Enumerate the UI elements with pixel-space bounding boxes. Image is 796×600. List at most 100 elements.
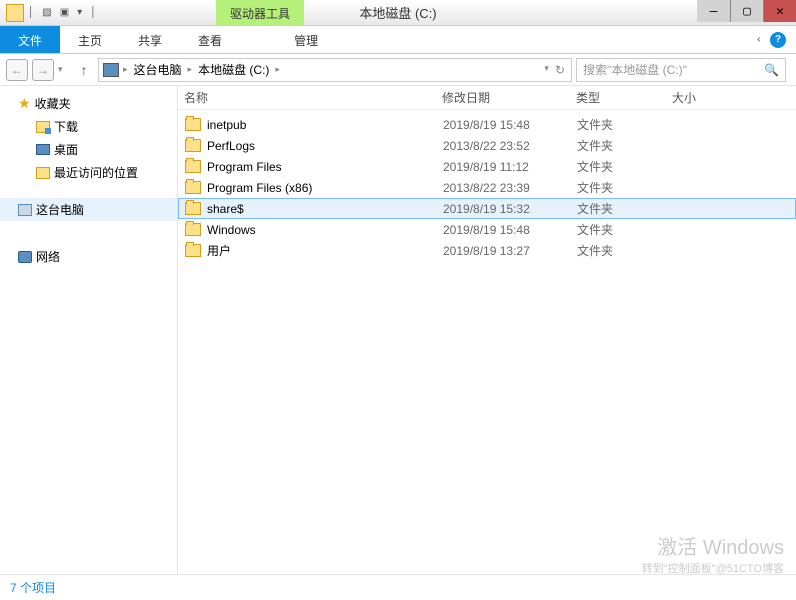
address-bar[interactable]: ▸ 这台电脑 ▸ 本地磁盘 (C:) ▸ ▾ ↻ [98,58,572,82]
address-dropdown-icon[interactable]: ▾ [544,63,549,77]
folder-icon [185,139,201,152]
tab-manage[interactable]: 管理 [276,26,336,53]
file-row[interactable]: Program Files2019/8/19 11:12文件夹 [178,156,796,177]
network-icon [18,251,32,263]
file-name: 用户 [207,242,443,259]
file-name: Windows [207,223,443,237]
file-date: 2019/8/19 15:48 [443,118,577,132]
tab-view[interactable]: 查看 [180,26,240,53]
nav-label: 桌面 [54,141,78,158]
file-row[interactable]: Program Files (x86)2013/8/22 23:39文件夹 [178,177,796,198]
nav-label: 这台电脑 [36,201,84,218]
file-row[interactable]: share$2019/8/19 15:32文件夹 [178,198,796,219]
nav-label: 最近访问的位置 [54,164,138,181]
chevron-right-icon[interactable]: ▸ [186,64,195,75]
star-icon: ★ [18,95,31,112]
contextual-tab-drive-tools[interactable]: 驱动器工具 [216,0,304,26]
column-header-type[interactable]: 类型 [576,89,672,106]
file-type: 文件夹 [577,137,673,154]
file-name: inetpub [207,118,443,132]
file-date: 2019/8/19 11:12 [443,160,577,174]
file-type: 文件夹 [577,221,673,238]
file-name: Program Files (x86) [207,181,443,195]
divider-icon: │ [28,7,34,18]
window-controls: — ▢ ✕ [697,0,796,22]
history-dropdown-icon[interactable]: ▾ [58,64,70,75]
file-name: Program Files [207,160,443,174]
folder-icon [185,181,201,194]
file-type: 文件夹 [577,242,673,259]
file-name: PerfLogs [207,139,443,153]
file-tab[interactable]: 文件 [0,26,60,53]
recent-icon [36,167,50,179]
column-header-date[interactable]: 修改日期 [442,89,576,106]
close-button[interactable]: ✕ [763,0,796,22]
nav-label: 网络 [36,248,60,265]
folder-app-icon[interactable] [6,4,24,22]
tab-share[interactable]: 共享 [120,26,180,53]
content-pane: 名称 修改日期 类型 大小 inetpub2019/8/19 15:48文件夹P… [178,86,796,574]
file-row[interactable]: PerfLogs2013/8/22 23:52文件夹 [178,135,796,156]
up-button[interactable]: ↑ [74,62,94,78]
file-list: inetpub2019/8/19 15:48文件夹PerfLogs2013/8/… [178,110,796,574]
file-date: 2013/8/22 23:39 [443,181,577,195]
nav-this-pc[interactable]: 这台电脑 [0,198,177,221]
minimize-button[interactable]: — [697,0,730,22]
expand-ribbon-icon[interactable]: ⌄ [754,35,765,43]
maximize-button[interactable]: ▢ [730,0,763,22]
file-row[interactable]: Windows2019/8/19 15:48文件夹 [178,219,796,240]
nav-favorites[interactable]: ★ 收藏夹 [0,92,177,115]
search-icon[interactable]: 🔍 [764,63,779,77]
file-row[interactable]: inetpub2019/8/19 15:48文件夹 [178,114,796,135]
file-date: 2013/8/22 23:52 [443,139,577,153]
search-placeholder: 搜索"本地磁盘 (C:)" [583,61,687,78]
nav-item-downloads[interactable]: 下载 [0,115,177,138]
item-count: 7 个项目 [10,579,56,596]
file-type: 文件夹 [577,158,673,175]
ribbon-tabs: 文件 主页 共享 查看 管理 ⌄ ? [0,26,796,54]
address-row: ← → ▾ ↑ ▸ 这台电脑 ▸ 本地磁盘 (C:) ▸ ▾ ↻ 搜索"本地磁盘… [0,54,796,86]
file-date: 2019/8/19 15:32 [443,202,577,216]
nav-label: 下载 [54,118,78,135]
nav-network[interactable]: 网络 [0,245,177,268]
desktop-icon [36,144,50,155]
file-date: 2019/8/19 13:27 [443,244,577,258]
folder-icon [185,223,201,236]
breadcrumb-segment[interactable]: 这台电脑 [132,61,184,78]
breadcrumb-segment[interactable]: 本地磁盘 (C:) [196,61,271,78]
qat-dropdown-icon[interactable]: ▾ [77,7,82,18]
nav-item-desktop[interactable]: 桌面 [0,138,177,161]
folder-icon [185,118,201,131]
folder-icon [185,244,201,257]
nav-label: 收藏夹 [35,95,71,112]
divider-icon: │ [90,7,96,18]
refresh-icon[interactable]: ↻ [555,63,565,77]
file-name: share$ [207,202,443,216]
folder-icon [185,202,201,215]
search-input[interactable]: 搜索"本地磁盘 (C:)" 🔍 [576,58,786,82]
chevron-right-icon[interactable]: ▸ [273,64,282,75]
chevron-right-icon[interactable]: ▸ [121,64,130,75]
forward-button[interactable]: → [32,59,54,81]
file-type: 文件夹 [577,179,673,196]
quick-access-toolbar: │ ▧ ▣ ▾ │ [28,7,96,18]
column-header-name[interactable]: 名称 [184,89,442,106]
downloads-icon [36,121,50,133]
column-header-size[interactable]: 大小 [672,89,742,106]
navigation-pane: ★ 收藏夹 下载 桌面 最近访问的位置 这台电脑 网络 [0,86,178,574]
status-bar: 7 个项目 [0,574,796,600]
back-button[interactable]: ← [6,59,28,81]
file-type: 文件夹 [577,116,673,133]
file-date: 2019/8/19 15:48 [443,223,577,237]
help-icon[interactable]: ? [770,32,786,48]
file-row[interactable]: 用户2019/8/19 13:27文件夹 [178,240,796,261]
file-type: 文件夹 [577,200,673,217]
pc-icon [103,63,119,77]
nav-item-recent[interactable]: 最近访问的位置 [0,161,177,184]
pc-icon [18,204,32,216]
new-folder-icon[interactable]: ▣ [60,7,69,18]
folder-icon [185,160,201,173]
props-icon[interactable]: ▧ [42,7,51,18]
tab-home[interactable]: 主页 [60,26,120,53]
main-area: ★ 收藏夹 下载 桌面 最近访问的位置 这台电脑 网络 名称 修改日期 类型 [0,86,796,574]
